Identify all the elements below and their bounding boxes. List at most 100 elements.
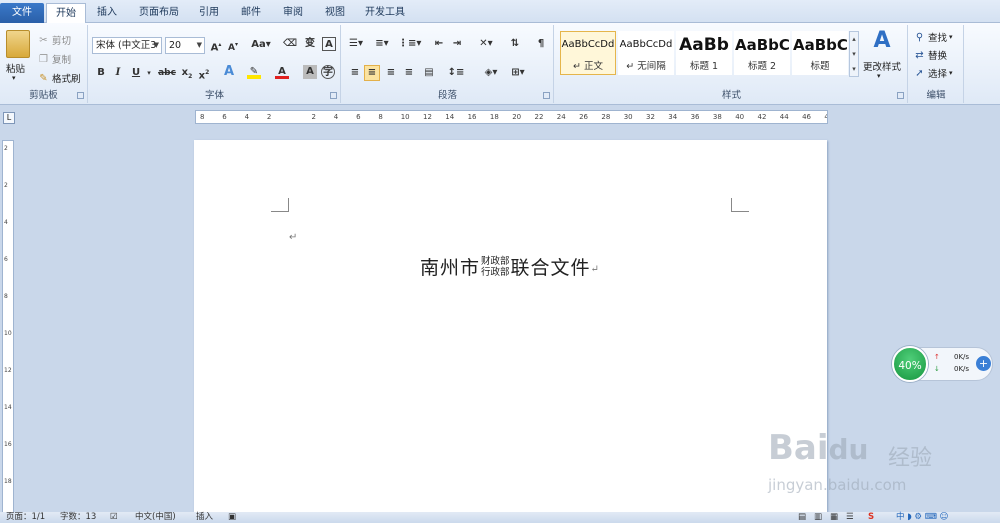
- font-name-combo[interactable]: 宋体 (中文正3 ▼: [92, 37, 162, 54]
- underline-dropdown-icon[interactable]: ▾: [142, 66, 156, 80]
- subscript-icon[interactable]: x2: [180, 66, 194, 80]
- style-heading-1[interactable]: AaBb 标题 1: [676, 31, 732, 75]
- ruler-tick-label: 42: [757, 113, 767, 121]
- vertical-ruler[interactable]: 2 2 4 6 8 10 12 14 16 18: [2, 140, 14, 520]
- decrease-indent-icon[interactable]: ⇤: [432, 37, 446, 51]
- italic-icon[interactable]: I: [111, 66, 125, 80]
- plus-icon[interactable]: +: [976, 356, 991, 371]
- change-styles-button[interactable]: 更改样式: [863, 59, 901, 73]
- find-button[interactable]: ⚲ 查找 ▾: [913, 30, 953, 45]
- font-color-icon[interactable]: A: [275, 65, 289, 79]
- shading-icon[interactable]: ◈▾: [480, 66, 502, 80]
- grow-font-icon[interactable]: A▴: [209, 38, 223, 53]
- chinese-layout-icon[interactable]: ✕▾: [476, 37, 496, 51]
- horizontal-ruler[interactable]: 8 6 4 2 2 4 6 8 10 12 14 16 18 20 22 24 26 28 30 32 34 36 38 40…: [195, 110, 828, 124]
- align-center-icon[interactable]: ≡: [364, 65, 380, 81]
- distributed-icon[interactable]: ▤: [422, 66, 436, 80]
- ruler-tick-label: 28: [601, 113, 611, 121]
- styles-scroll[interactable]: ▴ ▾ ▾: [849, 31, 859, 77]
- ruler-tick-label: 38: [712, 113, 722, 121]
- font-launcher-icon[interactable]: [330, 92, 337, 99]
- format-painter-button[interactable]: ✎ 格式刷: [37, 71, 80, 86]
- language-indicator[interactable]: 中文(中国): [135, 512, 176, 523]
- style-heading-2[interactable]: AaBbC 标题 2: [734, 31, 790, 75]
- font-size-combo[interactable]: 20 ▼: [165, 37, 205, 54]
- watermark-cn: 经验: [888, 446, 933, 471]
- cursor-icon: ➚: [915, 67, 924, 79]
- style-no-spacing[interactable]: AaBbCcDd ↵ 无间隔: [618, 31, 674, 75]
- document-page[interactable]: ↵ 南州市 财政部 行政部 联合文件 ↵: [194, 140, 827, 512]
- sogou-ime-icon[interactable]: S: [868, 512, 874, 523]
- replace-button[interactable]: ⇄ 替换: [913, 48, 947, 63]
- numbering-icon[interactable]: ≡▾: [372, 37, 392, 51]
- full-screen-reading-icon[interactable]: ▥: [814, 512, 822, 523]
- align-right-icon[interactable]: ≡: [384, 66, 398, 80]
- macro-record-icon[interactable]: ▣: [228, 512, 236, 523]
- highlight-icon[interactable]: ✎: [247, 65, 261, 79]
- borders-icon[interactable]: ⊞▾: [507, 66, 529, 80]
- tab-home[interactable]: 开始: [46, 3, 86, 24]
- style-normal[interactable]: AaBbCcDd ↵ 正文: [560, 31, 616, 75]
- increase-indent-icon[interactable]: ⇥: [450, 37, 464, 51]
- sort-icon[interactable]: ⇅: [508, 37, 522, 51]
- paste-button[interactable]: 粘贴: [6, 61, 25, 75]
- strikethrough-icon[interactable]: abc: [157, 66, 177, 80]
- tab-developer[interactable]: 开发工具: [356, 3, 414, 23]
- chevron-down-icon: ▾: [949, 69, 953, 77]
- shrink-font-icon[interactable]: A▾: [226, 38, 240, 53]
- watermark-brand: Baidu: [768, 428, 869, 468]
- ruler-tick-label: 14: [4, 404, 12, 411]
- download-speed: 0K/s: [954, 365, 970, 373]
- select-button[interactable]: ➚ 选择 ▾: [913, 66, 953, 81]
- paste-icon[interactable]: [6, 30, 30, 58]
- multilevel-list-icon[interactable]: ⋮≡▾: [398, 37, 421, 51]
- enclose-character-icon[interactable]: 字: [321, 65, 335, 79]
- paste-dropdown-icon[interactable]: ▾: [12, 74, 16, 82]
- justify-icon[interactable]: ≡: [402, 66, 416, 80]
- underline-icon[interactable]: U: [129, 66, 143, 80]
- ime-mode-icon[interactable]: 中 ◗ ⚙ ⌨ ☺: [896, 512, 949, 523]
- insert-mode[interactable]: 插入: [196, 512, 213, 523]
- styles-launcher-icon[interactable]: [897, 92, 904, 99]
- outline-icon[interactable]: ☰: [846, 512, 854, 523]
- phonetic-guide-icon[interactable]: 变: [303, 37, 317, 51]
- proofing-icon[interactable]: ☑: [110, 512, 118, 523]
- character-shading-icon[interactable]: A: [303, 65, 317, 79]
- ruler-tick-label: 34: [668, 113, 678, 121]
- page-count[interactable]: 页面：1/1: [6, 512, 45, 523]
- tab-page-layout[interactable]: 页面布局: [130, 3, 188, 23]
- bullets-icon[interactable]: ☰▾: [346, 37, 366, 51]
- change-styles-dropdown-icon[interactable]: ▾: [877, 72, 881, 80]
- superscript-icon[interactable]: x2: [197, 66, 211, 81]
- document-title[interactable]: 南州市 财政部 行政部 联合文件 ↵: [420, 253, 600, 280]
- show-marks-icon[interactable]: ¶: [534, 37, 548, 51]
- bold-icon[interactable]: B: [94, 66, 108, 80]
- ruler-tick-label: 6: [4, 256, 8, 263]
- align-left-icon[interactable]: ≡: [348, 66, 362, 80]
- tab-mailings[interactable]: 邮件: [232, 3, 270, 23]
- web-layout-icon[interactable]: ▦: [830, 512, 838, 523]
- copy-button[interactable]: ❐ 复制: [37, 52, 71, 67]
- tab-references[interactable]: 引用: [190, 3, 228, 23]
- clipboard-launcher-icon[interactable]: [77, 92, 84, 99]
- line-spacing-icon[interactable]: ↕≡: [446, 66, 466, 80]
- cut-button[interactable]: ✂ 剪切: [37, 33, 71, 48]
- tab-file[interactable]: 文件: [0, 3, 44, 23]
- tab-review[interactable]: 审阅: [274, 3, 312, 23]
- tab-selector-icon[interactable]: L: [3, 112, 15, 124]
- change-case-icon[interactable]: Aa▾: [251, 38, 271, 52]
- character-border-icon[interactable]: A: [322, 37, 336, 51]
- clear-format-icon[interactable]: ⌫: [283, 37, 297, 51]
- paragraph-launcher-icon[interactable]: [543, 92, 550, 99]
- clipboard-group-label: 剪贴板: [29, 90, 58, 101]
- print-layout-icon[interactable]: ▤: [798, 512, 806, 523]
- text-effect-icon[interactable]: A: [222, 65, 236, 79]
- change-styles-icon[interactable]: A: [871, 29, 893, 53]
- ruler-tick-label: 4: [244, 113, 250, 121]
- memory-usage-badge[interactable]: 40%: [892, 346, 928, 382]
- tab-view[interactable]: 视图: [316, 3, 354, 23]
- word-count[interactable]: 字数：13: [60, 512, 96, 523]
- tab-insert[interactable]: 插入: [88, 3, 126, 23]
- font-group: 宋体 (中文正3 ▼ 20 ▼ A▴ A▾ Aa▾ ⌫ 变 A B I U ▾ ab…: [89, 25, 341, 103]
- style-title[interactable]: AaBbC 标题: [792, 31, 848, 75]
